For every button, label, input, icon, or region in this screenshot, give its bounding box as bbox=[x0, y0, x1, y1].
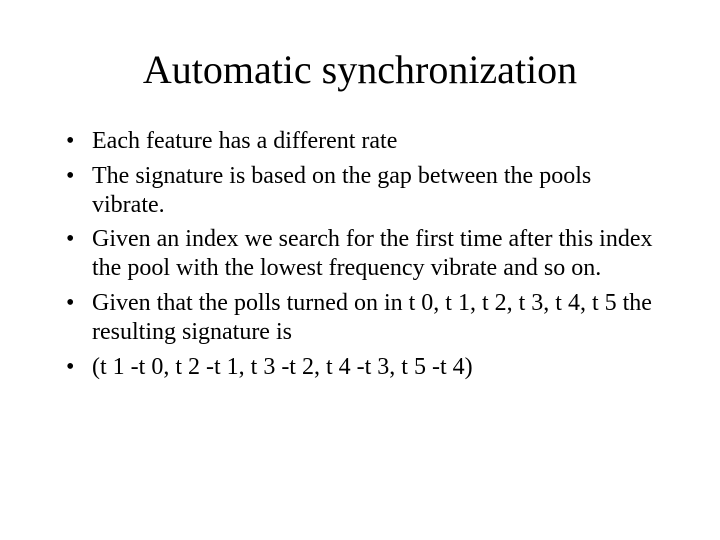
list-item: Given an index we search for the first t… bbox=[66, 225, 660, 283]
slide-title: Automatic synchronization bbox=[60, 46, 660, 93]
list-item: (t 1 -t 0, t 2 -t 1, t 3 -t 2, t 4 -t 3,… bbox=[66, 353, 660, 382]
bullet-list: Each feature has a different rate The si… bbox=[60, 127, 660, 381]
list-item: The signature is based on the gap betwee… bbox=[66, 162, 660, 220]
list-item: Given that the polls turned on in t 0, t… bbox=[66, 289, 660, 347]
list-item: Each feature has a different rate bbox=[66, 127, 660, 156]
slide: Automatic synchronization Each feature h… bbox=[0, 0, 720, 540]
